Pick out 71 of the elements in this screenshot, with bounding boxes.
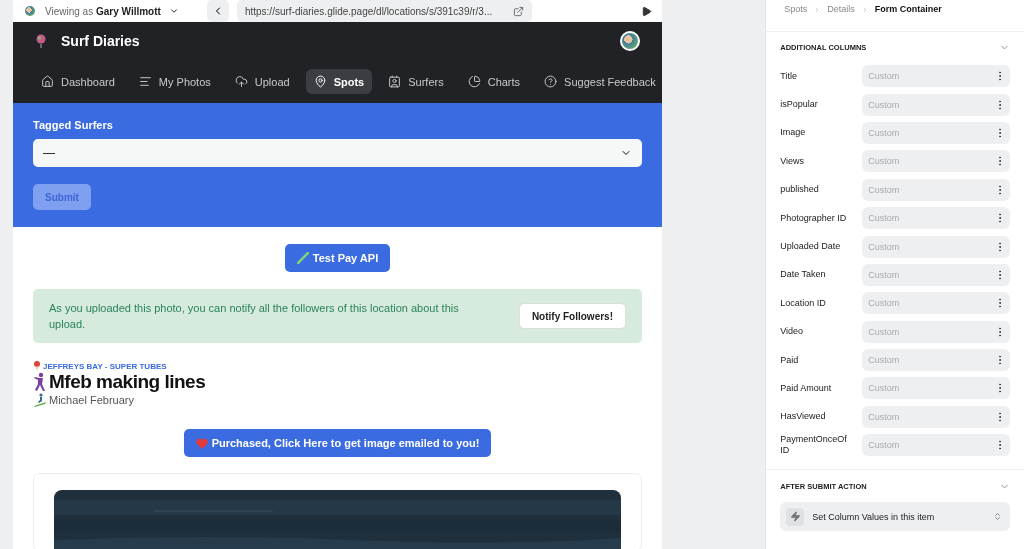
location-label: JEFFREYS BAY - SUPER TUBES — [43, 361, 167, 371]
column-label: Video — [780, 326, 805, 338]
breadcrumb-item[interactable]: Details — [827, 4, 855, 14]
profile-avatar[interactable] — [620, 31, 640, 51]
field-label: Tagged Surfers — [33, 119, 114, 131]
user-avatar — [23, 4, 37, 18]
column-value-field[interactable]: Custom — [862, 121, 1010, 144]
column-label: Views — [780, 155, 806, 167]
nav-tab[interactable]: Surfers — [380, 69, 452, 94]
column-value-field[interactable]: Custom — [862, 377, 1010, 400]
column-label: HasViewed — [780, 411, 827, 423]
nav-tab[interactable]: Dashboard — [33, 69, 123, 94]
column-label: Date Taken — [780, 269, 827, 281]
home-icon — [41, 75, 54, 88]
column-value-field[interactable]: Custom — [862, 93, 1010, 116]
action-select[interactable]: Set Column Values in this item — [780, 502, 1010, 532]
column-label: isPopular — [780, 99, 819, 111]
test-pay-button[interactable]: Test Pay API — [284, 244, 391, 272]
column-label: Paid — [780, 354, 800, 366]
nav-tab[interactable]: Suggest Feedback — [536, 69, 662, 94]
nav-tab[interactable]: Charts — [459, 69, 529, 94]
nav-tab[interactable]: Upload — [226, 69, 298, 94]
viewing-as-label[interactable]: Viewing as Gary Willmott — [45, 5, 161, 17]
id-badge-icon — [388, 75, 402, 88]
column-value-field[interactable]: Custom — [862, 207, 1010, 230]
column-label: Uploaded Date — [780, 241, 842, 253]
column-label: PaymentOnceOf ID — [780, 434, 848, 457]
nav-tab[interactable]: My Photos — [130, 69, 219, 94]
up-down-icon — [993, 512, 1002, 522]
column-label: Paid Amount — [780, 383, 833, 394]
lightning-icon — [786, 507, 805, 526]
column-label: Title — [780, 70, 798, 82]
tagged-surfers-select[interactable]: — — [33, 139, 642, 167]
column-value-field[interactable]: Custom — [862, 150, 1010, 173]
column-value-field[interactable]: Custom — [862, 292, 1010, 315]
column-value-field[interactable]: Custom — [862, 235, 1010, 258]
column-value-field[interactable]: Custom — [862, 405, 1010, 428]
surfer-name: Michael February — [49, 394, 134, 406]
column-value-field[interactable]: Custom — [862, 349, 1010, 372]
wand-icon — [296, 252, 309, 264]
column-label: published — [780, 184, 820, 196]
photo-title: Mfeb making lines — [49, 371, 206, 393]
map-pin-icon — [313, 75, 327, 88]
pie-chart-icon — [467, 75, 481, 88]
column-value-field[interactable]: Custom — [862, 263, 1010, 286]
back-button[interactable] — [206, 0, 229, 22]
breadcrumb-item[interactable]: Spots — [784, 4, 808, 14]
url-field[interactable]: https://surf-diaries.glide.page/dl/locations/s/391c39/r/3... — [236, 0, 532, 22]
column-value-field[interactable]: Custom — [862, 178, 1010, 201]
breadcrumb-item[interactable]: Form Container — [874, 4, 942, 14]
notify-followers-button[interactable]: Notify Followers! — [518, 303, 626, 329]
list-icon — [138, 75, 152, 88]
column-label: Location ID — [780, 297, 827, 309]
upload-icon — [234, 75, 248, 88]
caret-icon[interactable] — [168, 6, 179, 16]
purchased-button[interactable]: Purchased, Click Here to get image emailed to you! — [183, 429, 492, 457]
surfer-icon — [33, 393, 47, 407]
column-label: Image — [780, 127, 807, 139]
notice-text: As you uploaded this photo, you can notify all the followers of this location about this upload. — [49, 301, 460, 332]
column-label: Photographer ID — [780, 212, 848, 224]
play-icon[interactable] — [641, 5, 652, 17]
nav-tab[interactable]: Spots — [305, 69, 373, 94]
column-value-field[interactable]: Custom — [862, 65, 1010, 88]
balloon-icon — [35, 34, 47, 48]
column-value-field[interactable]: Custom — [862, 320, 1010, 343]
external-link-icon[interactable] — [512, 5, 524, 17]
app-title: Surf Diaries — [61, 33, 140, 49]
help-icon — [544, 75, 558, 88]
heart-icon — [195, 437, 208, 449]
column-value-field[interactable]: Custom — [862, 434, 1010, 457]
dancer-icon — [33, 372, 47, 392]
